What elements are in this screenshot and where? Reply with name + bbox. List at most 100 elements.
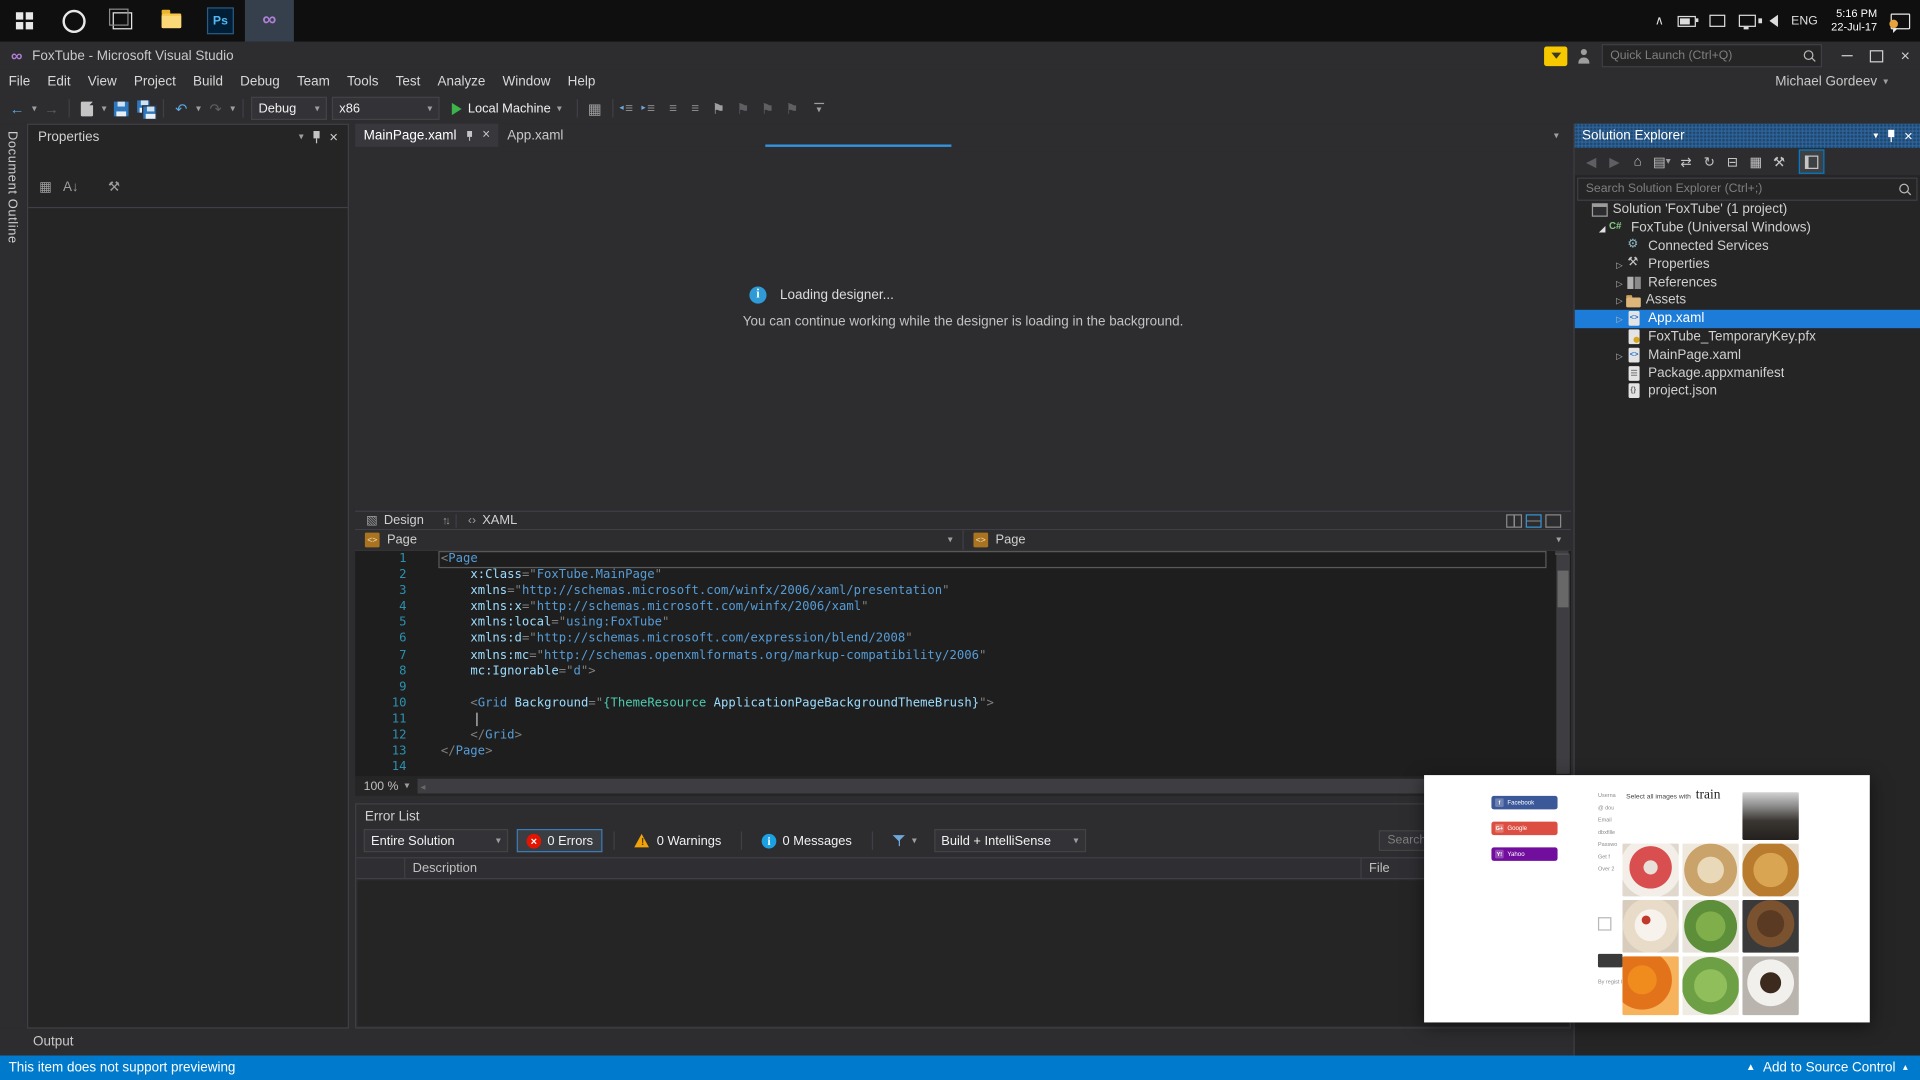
menu-window[interactable]: Window: [494, 70, 559, 93]
captcha-image-greens[interactable]: [1682, 956, 1739, 1016]
navigate-back-icon[interactable]: ←: [7, 97, 27, 119]
add-to-source-control-button[interactable]: ▲ Add to Source Control ▴: [1746, 1060, 1920, 1075]
comment-icon[interactable]: ≡: [665, 101, 682, 116]
signup-button[interactable]: [1597, 953, 1623, 968]
tree-item-foxtube-universal-windows[interactable]: FoxTube (Universal Windows): [1575, 219, 1920, 237]
close-tab-icon[interactable]: ×: [482, 128, 490, 142]
xaml-code-editor[interactable]: 1 <Page 2 x:Class="FoxTube.MainPage" 3 xmln…: [355, 551, 1572, 777]
design-view-tab[interactable]: ▧ Design: [355, 512, 435, 529]
property-pages-icon[interactable]: ⚒: [108, 179, 120, 195]
tray-chevron-icon[interactable]: ∧: [1655, 14, 1664, 27]
tree-item-mainpage-xaml[interactable]: MainPage.xaml: [1575, 346, 1920, 364]
bookmark-icon[interactable]: ⚑: [709, 97, 729, 119]
tree-item-package-appxmanifest[interactable]: Package.appxmanifest: [1575, 364, 1920, 382]
tab-mainpage-xaml[interactable]: MainPage.xaml ×: [355, 123, 499, 147]
battery-icon[interactable]: [1677, 15, 1699, 27]
task-view-button[interactable]: [98, 0, 147, 42]
captcha-image-train[interactable]: [1742, 792, 1799, 840]
captcha-image-pie[interactable]: [1742, 843, 1799, 897]
new-file-icon[interactable]: [77, 97, 97, 119]
close-icon[interactable]: ×: [1904, 129, 1913, 144]
menu-debug[interactable]: Debug: [232, 70, 289, 93]
scroll-left-icon[interactable]: ◂: [420, 781, 425, 792]
tab-list-dropdown-icon[interactable]: ▾: [1554, 124, 1571, 147]
solution-platforms-dropdown[interactable]: x86 ▾: [331, 96, 440, 120]
new-file-dropdown-icon[interactable]: ▾: [102, 103, 107, 113]
menu-file[interactable]: File: [0, 70, 39, 93]
file-explorer-button[interactable]: [147, 0, 196, 42]
save-all-icon[interactable]: [136, 97, 157, 120]
collapse-pane-icon[interactable]: [1545, 513, 1562, 528]
outdent-icon[interactable]: ≡ ◂: [619, 101, 638, 116]
redo-icon[interactable]: ↷: [206, 97, 226, 119]
refresh-icon[interactable]: ↻: [1701, 152, 1717, 172]
social-google-button[interactable]: G+ Google: [1491, 821, 1558, 836]
tree-item-solution-foxtube-1-project[interactable]: Solution 'FoxTube' (1 project): [1575, 201, 1920, 219]
tree-item-properties[interactable]: Properties: [1575, 255, 1920, 273]
live-visual-tree-icon[interactable]: ▦: [585, 97, 605, 119]
breadcrumb-left[interactable]: <> Page ▾: [355, 530, 964, 550]
undo-icon[interactable]: ↶: [171, 97, 191, 119]
user-account-button[interactable]: Michael Gordeev ▾: [1775, 74, 1920, 89]
horizontal-scrollbar[interactable]: ◂ ▸: [418, 778, 1552, 794]
terms-checkbox[interactable]: [1597, 917, 1612, 931]
social-yahoo-button[interactable]: Y! Yahoo: [1491, 847, 1558, 861]
expander-icon[interactable]: [1613, 293, 1626, 308]
output-tab[interactable]: Output: [0, 1035, 73, 1050]
tree-item-references[interactable]: References: [1575, 273, 1920, 291]
back-icon[interactable]: ◀: [1583, 152, 1599, 172]
toolbar-overflow-icon[interactable]: ▾: [814, 102, 824, 114]
pin-icon[interactable]: [311, 130, 322, 145]
network-icon[interactable]: [1738, 14, 1756, 30]
social-facebook-button[interactable]: f Facebook: [1491, 795, 1558, 810]
redo-dropdown-icon[interactable]: ▾: [230, 103, 235, 113]
next-bookmark-icon[interactable]: ⚑: [758, 97, 778, 119]
captcha-image-beans[interactable]: [1742, 900, 1799, 953]
breadcrumb-right[interactable]: <> Page ▾: [964, 530, 1571, 550]
tab-app-xaml[interactable]: App.xaml: [499, 124, 572, 147]
errors-filter-button[interactable]: × 0 Errors: [516, 828, 603, 853]
vertical-scrollbar[interactable]: [1555, 551, 1570, 774]
captcha-image-salad[interactable]: [1682, 900, 1739, 953]
clock[interactable]: 5:16 PM 22-Jul-17: [1831, 7, 1877, 34]
visual-studio-button[interactable]: ∞: [244, 0, 294, 42]
horizontal-split-icon[interactable]: [1525, 513, 1542, 528]
build-intellisense-dropdown[interactable]: Build + IntelliSense ▾: [933, 828, 1086, 853]
navigate-back-dropdown-icon[interactable]: ▾: [32, 103, 37, 113]
menu-analyze[interactable]: Analyze: [429, 70, 494, 93]
expander-icon[interactable]: [1613, 257, 1626, 272]
vertical-split-icon[interactable]: [1506, 513, 1523, 528]
start-button[interactable]: [0, 0, 49, 42]
switch-views-icon[interactable]: ▤ ▾: [1653, 152, 1671, 172]
messages-filter-button[interactable]: i 0 Messages: [753, 829, 860, 852]
window-menu-icon[interactable]: ▾: [1873, 130, 1878, 141]
volume-icon[interactable]: [1758, 14, 1778, 27]
sync-with-active-document-icon[interactable]: ⇄: [1678, 152, 1694, 172]
quick-launch-input[interactable]: [1607, 47, 1804, 64]
solution-explorer-search-input[interactable]: [1583, 181, 1900, 198]
pin-icon[interactable]: [465, 129, 474, 141]
send-feedback-icon[interactable]: [1577, 48, 1592, 64]
menu-view[interactable]: View: [79, 70, 125, 93]
language-indicator[interactable]: ENG: [1791, 14, 1818, 27]
menu-edit[interactable]: Edit: [39, 70, 79, 93]
maximize-button[interactable]: [1861, 42, 1890, 70]
description-column-header[interactable]: Description: [405, 858, 1362, 878]
window-menu-icon[interactable]: ▾: [299, 132, 304, 142]
tree-item-foxtube-temporarykey-pfx[interactable]: FoxTube_TemporaryKey.pfx: [1575, 328, 1920, 346]
severity-column-header[interactable]: [356, 858, 406, 878]
tree-item-app-xaml[interactable]: App.xaml: [1574, 309, 1920, 328]
zoom-dropdown[interactable]: 100 % ▾: [355, 779, 418, 792]
home-icon[interactable]: ⌂: [1630, 152, 1646, 172]
tablet-icon[interactable]: [1709, 14, 1726, 27]
expander-icon[interactable]: [1613, 275, 1626, 290]
cortana-button[interactable]: [49, 0, 98, 42]
tree-item-assets[interactable]: Assets: [1575, 291, 1920, 309]
pin-icon[interactable]: [1886, 129, 1897, 144]
menu-help[interactable]: Help: [559, 70, 604, 93]
split-handle[interactable]: [1555, 551, 1569, 555]
captcha-image-tart[interactable]: [1622, 843, 1679, 897]
menu-tools[interactable]: Tools: [338, 70, 387, 93]
expander-icon[interactable]: [1613, 311, 1626, 326]
captcha-image-pastry[interactable]: [1682, 843, 1739, 897]
